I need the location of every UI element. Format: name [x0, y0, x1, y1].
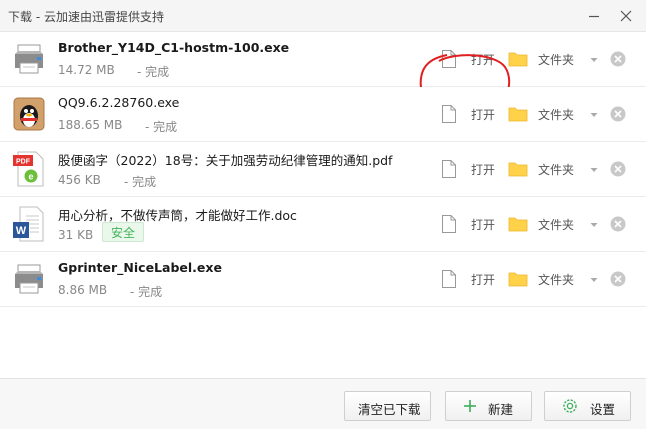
- folder-icon[interactable]: [508, 216, 528, 232]
- close-icon[interactable]: [616, 6, 636, 26]
- new-download-label: 新建: [488, 402, 514, 417]
- open-button[interactable]: 打开: [471, 106, 495, 123]
- svg-text:e: e: [28, 172, 33, 182]
- open-folder-button[interactable]: 文件夹: [538, 161, 574, 178]
- download-status: - 完成: [124, 175, 157, 189]
- download-status: - 完成: [137, 65, 170, 79]
- download-status: - 完成: [130, 285, 163, 299]
- file-name: QQ9.6.2.28760.exe: [58, 95, 180, 110]
- chevron-down-icon[interactable]: [590, 112, 598, 118]
- gear-icon: [563, 399, 577, 413]
- open-file-icon[interactable]: [441, 104, 457, 124]
- open-file-icon[interactable]: [441, 269, 457, 289]
- clear-downloaded-label: 清空已下载: [358, 402, 421, 417]
- safe-badge: 安全: [102, 222, 145, 242]
- file-name: 用心分析，不做传声筒，才能做好工作.doc: [58, 208, 297, 223]
- new-download-button[interactable]: 新建: [445, 391, 532, 421]
- printer-icon: [15, 44, 43, 74]
- folder-icon[interactable]: [508, 271, 528, 287]
- svg-text:PDF: PDF: [16, 159, 31, 166]
- file-size: 456 KB: [58, 173, 101, 187]
- open-button[interactable]: 打开: [471, 271, 495, 288]
- word-doc-icon: W: [13, 206, 44, 242]
- open-file-icon[interactable]: [441, 159, 457, 179]
- folder-icon[interactable]: [508, 161, 528, 177]
- file-size: 188.65 MB: [58, 118, 123, 132]
- download-row[interactable]: PDF e 股便函字（2022）18号：关于加强劳动纪律管理的通知.pdf 45…: [0, 142, 646, 197]
- clear-downloaded-button[interactable]: 清空已下载: [344, 391, 431, 421]
- settings-label: 设置: [590, 402, 616, 417]
- window-title: 下载 - 云加速由迅雷提供支持: [8, 10, 164, 24]
- open-folder-button[interactable]: 文件夹: [538, 106, 574, 123]
- folder-icon[interactable]: [508, 51, 528, 67]
- pdf-icon: PDF e: [13, 151, 44, 187]
- open-folder-button[interactable]: 文件夹: [538, 51, 574, 68]
- printer-icon: [15, 264, 43, 294]
- file-name: Brother_Y14D_C1-hostm-100.exe: [58, 40, 290, 55]
- svg-text:W: W: [16, 225, 27, 237]
- open-file-icon[interactable]: [441, 214, 457, 234]
- chevron-down-icon[interactable]: [590, 57, 598, 63]
- file-name: 股便函字（2022）18号：关于加强劳动纪律管理的通知.pdf: [58, 153, 393, 168]
- open-button[interactable]: 打开: [471, 51, 495, 68]
- minimize-icon[interactable]: [584, 6, 604, 26]
- download-row[interactable]: QQ9.6.2.28760.exe 188.65 MB - 完成 打开 文件夹: [0, 87, 646, 142]
- plus-icon: [464, 400, 476, 412]
- folder-icon[interactable]: [508, 106, 528, 122]
- footer-bar: 清空已下载 新建 设置: [0, 378, 646, 429]
- download-status: - 完成: [145, 120, 178, 134]
- file-name: Gprinter_NiceLabel.exe: [58, 260, 222, 275]
- download-list: Brother_Y14D_C1-hostm-100.exe 14.72 MB -…: [0, 32, 646, 307]
- remove-icon[interactable]: [610, 161, 626, 177]
- download-row[interactable]: Brother_Y14D_C1-hostm-100.exe 14.72 MB -…: [0, 32, 646, 112]
- download-row[interactable]: Gprinter_NiceLabel.exe 8.86 MB - 完成 打开 文…: [0, 252, 646, 307]
- title-bar: 下载 - 云加速由迅雷提供支持: [0, 0, 646, 32]
- download-row[interactable]: W 用心分析，不做传声筒，才能做好工作.doc 31 KB 安全 打开 文件夹: [0, 197, 646, 252]
- chevron-down-icon[interactable]: [590, 277, 598, 283]
- qq-penguin-icon: [13, 97, 45, 131]
- file-size: 14.72 MB: [58, 63, 115, 77]
- remove-icon[interactable]: [610, 51, 626, 67]
- chevron-down-icon[interactable]: [590, 222, 598, 228]
- remove-icon[interactable]: [610, 271, 626, 287]
- open-folder-button[interactable]: 文件夹: [538, 271, 574, 288]
- remove-icon[interactable]: [610, 106, 626, 122]
- chevron-down-icon[interactable]: [590, 167, 598, 173]
- settings-button[interactable]: 设置: [544, 391, 631, 421]
- open-button[interactable]: 打开: [471, 216, 495, 233]
- remove-icon[interactable]: [610, 216, 626, 232]
- open-file-icon[interactable]: [441, 49, 457, 69]
- file-size: 8.86 MB: [58, 283, 108, 297]
- file-size: 31 KB: [58, 228, 94, 242]
- open-button[interactable]: 打开: [471, 161, 495, 178]
- open-folder-button[interactable]: 文件夹: [538, 216, 574, 233]
